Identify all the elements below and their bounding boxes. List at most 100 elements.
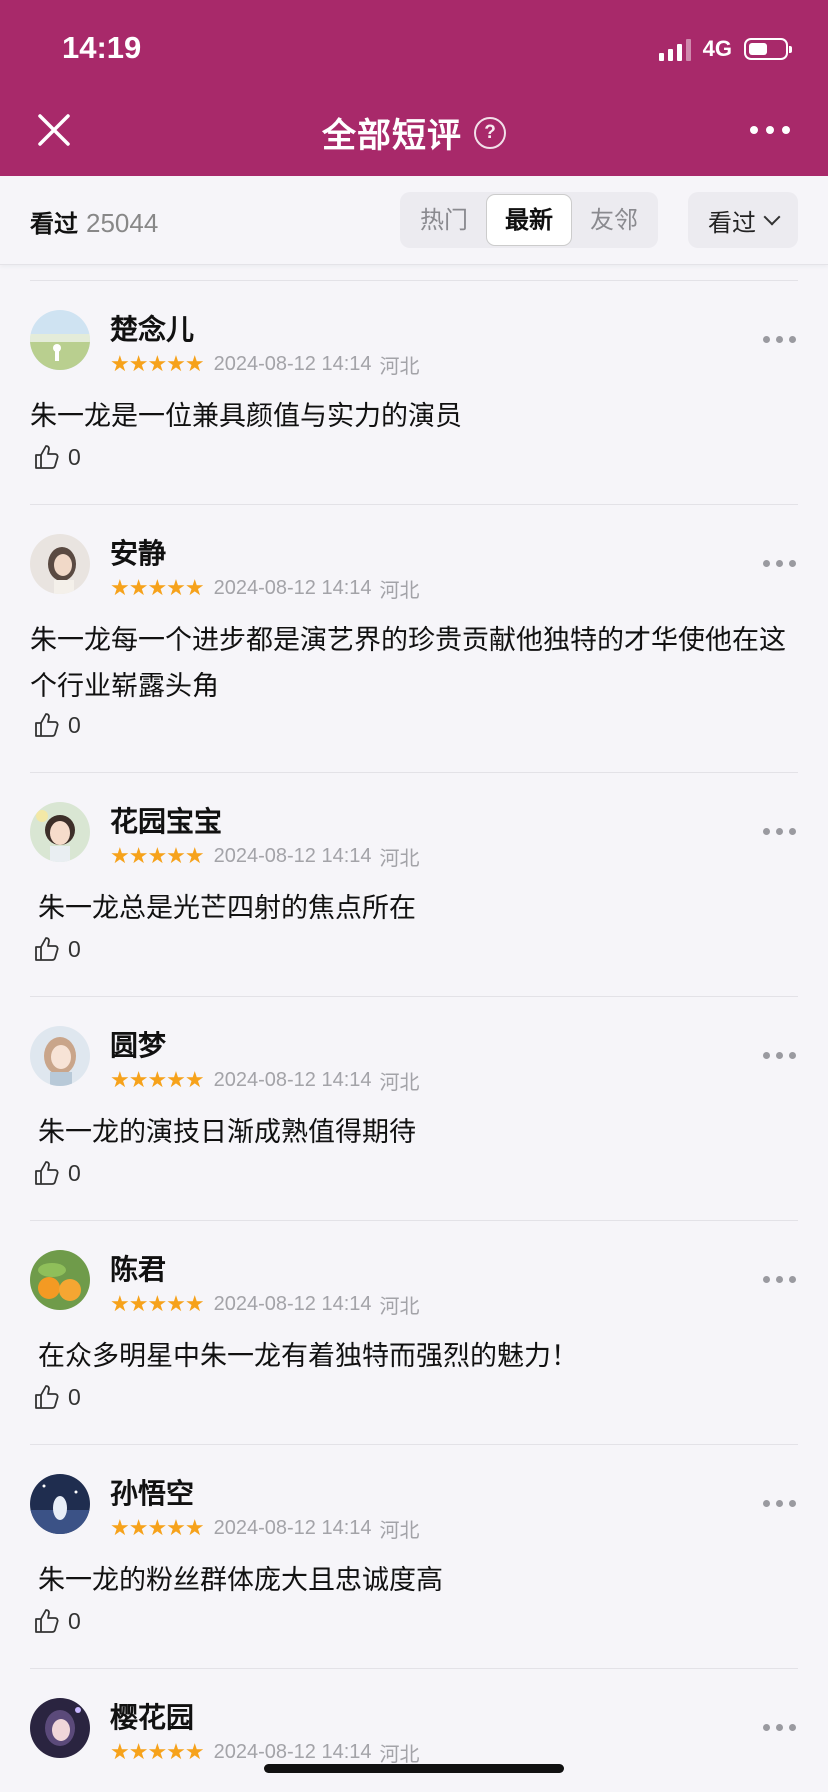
review-item: 花园宝宝 ★★★★★ 2024-08-12 14:14 河北 朱一龙总是光芒四射… [0,772,828,996]
review-date: 2024-08-12 14:14 [213,1069,372,1091]
thumbs-up-icon [35,445,59,469]
like-button[interactable]: 0 [32,934,81,964]
username[interactable]: 樱花园 [110,1696,194,1736]
username[interactable]: 楚念儿 [110,308,194,348]
review-region: 河北 [379,1742,420,1766]
like-button[interactable]: 0 [32,710,81,740]
review-text: 在众多明星中朱一龙有着独特而强烈的魅力！ [38,1341,578,1372]
more-icon[interactable] [763,828,796,835]
more-options-icon[interactable] [750,126,790,134]
status-time: 14:19 [62,30,142,65]
review-meta: ★★★★★ 2024-08-12 14:14 河北 [110,574,420,603]
thumbs-up-icon [35,713,59,737]
review-meta: ★★★★★ 2024-08-12 14:14 河北 [110,1738,420,1767]
review-item: 楚念儿 ★★★★★ 2024-08-12 14:14 河北 朱一龙是一位兼具颜值… [0,280,828,504]
chevron-down-icon [763,208,781,226]
page-title: 全部短评 [322,116,462,156]
review-item: 安静 ★★★★★ 2024-08-12 14:14 河北 朱一龙每一个进步都是演… [0,504,828,772]
username[interactable]: 圆梦 [110,1024,166,1064]
like-count: 0 [68,1159,81,1186]
like-button[interactable]: 0 [32,1158,81,1188]
watched-label: 看过 [30,210,78,238]
like-count: 0 [68,1383,81,1410]
review-region: 河北 [379,1294,420,1318]
more-icon[interactable] [763,1276,796,1283]
review-region: 河北 [379,354,420,378]
review-text: 朱一龙每一个进步都是演艺界的珍贵贡献他独特的才华使他在这个行业崭露头角 [30,625,786,702]
username[interactable]: 花园宝宝 [110,800,222,840]
filter-bar: 看过 25044 热门 最新 友邻 看过 [0,176,828,265]
thumbs-up-icon [35,1609,59,1633]
review-region: 河北 [379,1518,420,1542]
watched-count-label: 看过 25044 [30,204,158,239]
review-text: 朱一龙是一位兼具颜值与实力的演员 [30,401,462,432]
review-date: 2024-08-12 14:14 [213,845,372,867]
review-region: 河北 [379,846,420,870]
review-date: 2024-08-12 14:14 [213,353,372,375]
rating-stars: ★★★★★ [110,575,205,601]
review-item: 圆梦 ★★★★★ 2024-08-12 14:14 河北 朱一龙的演技日渐成熟值… [0,996,828,1220]
more-icon[interactable] [763,560,796,567]
like-count: 0 [68,443,81,470]
like-button[interactable]: 0 [32,1382,81,1412]
review-meta: ★★★★★ 2024-08-12 14:14 河北 [110,1066,420,1095]
more-icon[interactable] [763,336,796,343]
status-filter-label: 看过 [708,208,756,237]
top-bar: 14:19 4G 全部短评 ? [0,0,828,176]
rating-stars: ★★★★★ [110,1739,205,1765]
review-meta: ★★★★★ 2024-08-12 14:14 河北 [110,842,420,871]
username[interactable]: 安静 [110,532,166,572]
review-meta: ★★★★★ 2024-08-12 14:14 河北 [110,1514,420,1543]
review-region: 河北 [379,578,420,602]
review-text: 朱一龙总是光芒四射的焦点所在 [38,893,416,924]
dark-portrait-avatar[interactable] [30,1698,90,1758]
more-icon[interactable] [763,1052,796,1059]
illustrated-girl-avatar[interactable] [30,802,90,862]
review-date: 2024-08-12 14:14 [213,577,372,599]
username[interactable]: 孙悟空 [110,1472,194,1512]
more-icon[interactable] [763,1724,796,1731]
tab-friends[interactable]: 友邻 [572,194,656,246]
nav-title-group: 全部短评 ? [0,108,828,157]
review-text: 朱一龙的演技日渐成熟值得期待 [38,1117,416,1148]
like-count: 0 [68,711,81,738]
anime-girl-avatar[interactable] [30,1026,90,1086]
sort-segmented-control: 热门 最新 友邻 [400,192,658,248]
username[interactable]: 陈君 [110,1248,166,1288]
thumbs-up-icon [35,1385,59,1409]
review-date: 2024-08-12 14:14 [213,1517,372,1539]
thumbs-up-icon [35,1161,59,1185]
oranges-avatar[interactable] [30,1250,90,1310]
status-indicators: 4G [658,36,792,62]
like-button[interactable]: 0 [32,1606,81,1636]
review-item: 樱花园 ★★★★★ 2024-08-12 14:14 河北 [0,1668,828,1792]
status-filter-dropdown[interactable]: 看过 [688,192,798,248]
review-date: 2024-08-12 14:14 [213,1741,372,1763]
rating-stars: ★★★★★ [110,1067,205,1093]
rating-stars: ★★★★★ [110,1291,205,1317]
review-meta: ★★★★★ 2024-08-12 14:14 河北 [110,350,420,379]
watched-count: 25044 [86,208,159,238]
review-meta: ★★★★★ 2024-08-12 14:14 河北 [110,1290,420,1319]
like-button[interactable]: 0 [32,442,81,472]
rating-stars: ★★★★★ [110,1515,205,1541]
battery-icon [744,38,792,60]
review-item: 陈君 ★★★★★ 2024-08-12 14:14 河北 在众多明星中朱一龙有着… [0,1220,828,1444]
rating-stars: ★★★★★ [110,351,205,377]
review-region: 河北 [379,1070,420,1094]
signal-icon [658,37,691,61]
network-label: 4G [702,36,732,61]
girl-portrait-avatar[interactable] [30,534,90,594]
tab-hot[interactable]: 热门 [402,194,486,246]
field-avatar[interactable] [30,310,90,370]
thumbs-up-icon [35,937,59,961]
home-indicator [264,1764,564,1773]
help-icon[interactable]: ? [474,116,506,149]
review-text: 朱一龙的粉丝群体庞大且忠诚度高 [38,1565,443,1596]
like-count: 0 [68,1607,81,1634]
rating-stars: ★★★★★ [110,843,205,869]
night-scene-avatar[interactable] [30,1474,90,1534]
review-item: 孙悟空 ★★★★★ 2024-08-12 14:14 河北 朱一龙的粉丝群体庞大… [0,1444,828,1668]
more-icon[interactable] [763,1500,796,1507]
tab-latest[interactable]: 最新 [486,194,572,246]
